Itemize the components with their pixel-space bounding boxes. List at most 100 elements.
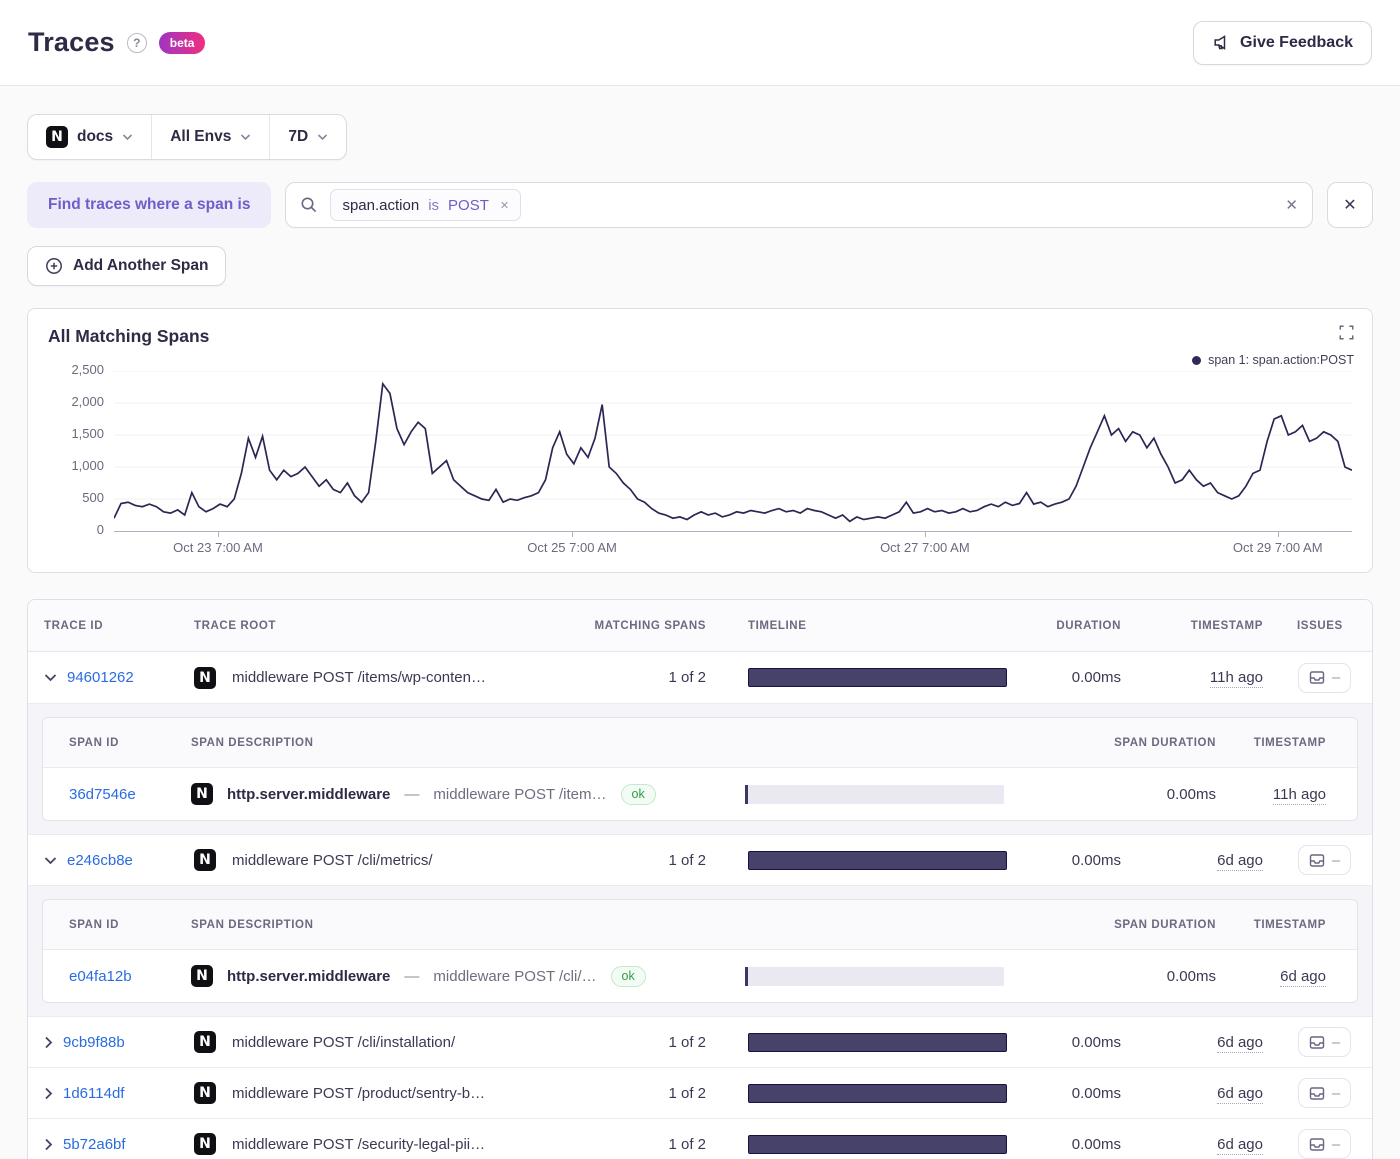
span-timeline-bar[interactable]: [745, 967, 1004, 986]
col-trace-id: TRACE ID: [28, 620, 188, 632]
timestamp-link[interactable]: 11h ago: [1210, 669, 1263, 688]
timestamp-link[interactable]: 6d ago: [1217, 1085, 1263, 1104]
col-span-id: SPAN ID: [43, 737, 191, 749]
issues-tray-icon: [1309, 1086, 1325, 1101]
trace-id-link[interactable]: 9cb9f88b: [63, 1034, 125, 1051]
span-status-badge: ok: [621, 784, 656, 805]
y-tick-label: 500: [82, 490, 104, 505]
x-axis-labels: Oct 23 7:00 AMOct 25 7:00 AMOct 27 7:00 …: [114, 532, 1352, 562]
issues-button[interactable]: –: [1298, 845, 1351, 875]
issues-tray-icon: [1309, 853, 1325, 868]
give-feedback-button[interactable]: Give Feedback: [1193, 21, 1372, 65]
separator: —: [404, 968, 419, 985]
table-row: e246cb8e N middleware POST /cli/metrics/…: [28, 834, 1372, 885]
give-feedback-label: Give Feedback: [1240, 34, 1353, 52]
chart-plot[interactable]: [114, 371, 1352, 531]
trace-timeline-bar[interactable]: [748, 1084, 1007, 1103]
trace-id-link[interactable]: 94601262: [67, 669, 134, 686]
page-header: Traces ? beta Give Feedback: [0, 0, 1400, 86]
table-row: 5b72a6bf N middleware POST /security-leg…: [28, 1118, 1372, 1159]
nextjs-project-icon: N: [194, 667, 216, 689]
all-matching-spans-chart: All Matching Spans span 1: span.action:P…: [27, 308, 1373, 573]
issues-button[interactable]: –: [1298, 1027, 1351, 1057]
span-id-link[interactable]: e04fa12b: [69, 968, 132, 985]
trace-root-text: middleware POST /product/sentry-b…: [232, 1085, 485, 1102]
span-timestamp-link[interactable]: 6d ago: [1280, 968, 1326, 987]
issues-tray-icon: [1309, 670, 1325, 685]
span-table-header-row: SPAN ID SPAN DESCRIPTION SPAN DURATION T…: [43, 718, 1357, 768]
remove-span-filter-button[interactable]: ✕: [1327, 182, 1373, 228]
timestamp-link[interactable]: 6d ago: [1217, 1136, 1263, 1155]
span-duration-value: 0.00ms: [1019, 786, 1232, 803]
issues-button[interactable]: –: [1298, 663, 1351, 693]
chart-title: All Matching Spans: [48, 326, 1352, 347]
duration-value: 0.00ms: [1022, 1085, 1137, 1102]
col-span-description: SPAN DESCRIPTION: [191, 737, 719, 749]
issues-button[interactable]: –: [1298, 1129, 1351, 1159]
expand-row-icon[interactable]: [44, 1138, 53, 1151]
y-axis: 05001,0001,5002,0002,500: [48, 371, 114, 531]
timestamp-link[interactable]: 6d ago: [1217, 852, 1263, 871]
matching-spans-value: 1 of 2: [572, 852, 722, 869]
matching-spans-value: 1 of 2: [572, 1136, 722, 1153]
chart-svg: [114, 371, 1352, 531]
date-range-label: 7D: [288, 128, 308, 146]
separator: —: [404, 786, 419, 803]
x-tick-label: Oct 23 7:00 AM: [173, 540, 263, 555]
col-trace-root: TRACE ROOT: [188, 620, 572, 632]
trace-id-link[interactable]: 5b72a6bf: [63, 1136, 126, 1153]
project-selector-label: docs: [77, 128, 113, 146]
issues-tray-icon: [1309, 1137, 1325, 1152]
collapse-row-icon[interactable]: [44, 673, 57, 682]
trace-id-link[interactable]: 1d6114df: [63, 1085, 124, 1102]
find-traces-label: Find traces where a span is: [27, 182, 271, 228]
y-tick-label: 0: [97, 522, 104, 537]
expanded-spans-section: SPAN ID SPAN DESCRIPTION SPAN DURATION T…: [28, 885, 1372, 1016]
col-span-duration: SPAN DURATION: [1019, 919, 1232, 931]
trace-timeline-bar[interactable]: [748, 668, 1007, 687]
issues-tray-icon: [1309, 1035, 1325, 1050]
traces-table: TRACE ID TRACE ROOT MATCHING SPANS TIMEL…: [27, 599, 1373, 1159]
page-title: Traces: [28, 27, 115, 58]
duration-value: 0.00ms: [1022, 852, 1137, 869]
clear-search-icon[interactable]: ✕: [1285, 196, 1298, 214]
duration-value: 0.00ms: [1022, 669, 1137, 686]
expand-row-icon[interactable]: [44, 1036, 53, 1049]
timestamp-link[interactable]: 6d ago: [1217, 1034, 1263, 1053]
span-id-link[interactable]: 36d7546e: [69, 786, 136, 803]
trace-timeline-bar[interactable]: [748, 1033, 1007, 1052]
environment-selector[interactable]: All Envs: [151, 115, 269, 159]
help-icon[interactable]: ?: [127, 33, 147, 53]
add-another-span-button[interactable]: Add Another Span: [27, 246, 226, 286]
duration-value: 0.00ms: [1022, 1034, 1137, 1051]
date-range-selector[interactable]: 7D: [269, 115, 346, 159]
token-value: POST: [448, 197, 489, 214]
y-tick-label: 2,000: [71, 394, 104, 409]
fullscreen-icon[interactable]: [1339, 325, 1354, 340]
issues-button[interactable]: –: [1298, 1078, 1351, 1108]
filter-token[interactable]: span.action is POST ✕: [330, 189, 521, 221]
col-span-description: SPAN DESCRIPTION: [191, 919, 719, 931]
trace-id-link[interactable]: e246cb8e: [67, 852, 133, 869]
trace-timeline-bar[interactable]: [748, 851, 1007, 870]
x-tick-label: Oct 29 7:00 AM: [1233, 540, 1323, 555]
trace-timeline-bar[interactable]: [748, 1135, 1007, 1154]
span-search-input[interactable]: span.action is POST ✕ ✕: [285, 182, 1313, 228]
span-timeline-bar[interactable]: [745, 785, 1004, 804]
y-tick-label: 1,500: [71, 426, 104, 441]
duration-value: 0.00ms: [1022, 1136, 1137, 1153]
expand-row-icon[interactable]: [44, 1087, 53, 1100]
trace-root-text: middleware POST /security-legal-pii…: [232, 1136, 485, 1153]
search-icon: [300, 196, 318, 214]
chevron-down-icon: [122, 133, 133, 141]
token-key: span.action: [342, 197, 419, 214]
issues-count-dash: –: [1332, 1085, 1340, 1102]
collapse-row-icon[interactable]: [44, 856, 57, 865]
remove-token-icon[interactable]: ✕: [498, 199, 509, 212]
span-timestamp-link[interactable]: 11h ago: [1273, 786, 1326, 805]
issues-count-dash: –: [1332, 1034, 1340, 1051]
beta-badge: beta: [159, 32, 206, 54]
y-tick-label: 2,500: [71, 362, 104, 377]
project-selector[interactable]: N docs: [28, 115, 151, 159]
token-operator: is: [428, 197, 439, 214]
